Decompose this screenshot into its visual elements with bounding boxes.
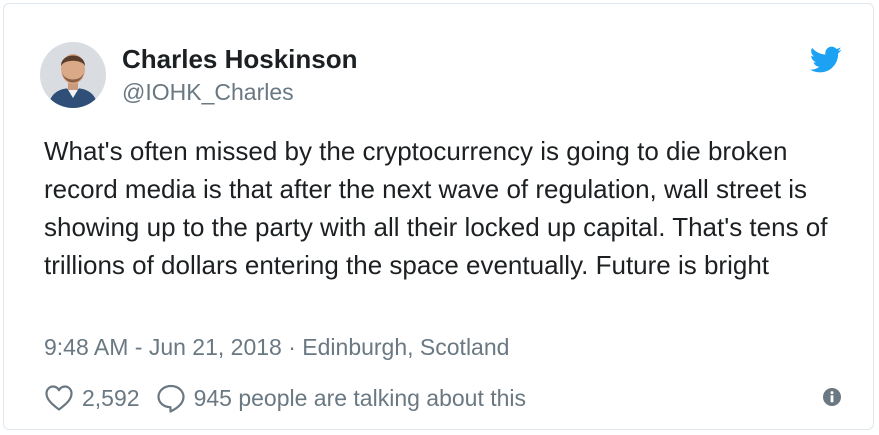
talking-count: 945 people are talking about this xyxy=(193,384,527,411)
tweet-actions: 2,592 945 people are talking about this xyxy=(44,381,526,415)
tweet-text: What's often missed by the cryptocurrenc… xyxy=(44,136,828,280)
avatar[interactable] xyxy=(40,42,106,108)
heart-icon xyxy=(44,384,74,412)
tweet-location[interactable]: Edinburgh, Scotland xyxy=(302,334,509,360)
tweet-meta: 9:48 AM - Jun 21, 2018 · Edinburgh, Scot… xyxy=(44,334,509,361)
speech-bubble-icon xyxy=(156,383,186,413)
like-count: 2,592 xyxy=(82,384,140,411)
author-name[interactable]: Charles Hoskinson xyxy=(122,44,358,75)
twitter-bird-icon[interactable] xyxy=(809,46,842,74)
tweet-card: Charles Hoskinson @IOHK_Charles What's o… xyxy=(3,3,874,430)
reply-button[interactable]: 945 people are talking about this xyxy=(156,383,526,413)
like-button[interactable]: 2,592 xyxy=(44,384,140,412)
tweet-timestamp[interactable]: 9:48 AM - Jun 21, 2018 xyxy=(44,334,282,360)
author-handle[interactable]: @IOHK_Charles xyxy=(122,79,294,106)
avatar-image xyxy=(40,42,106,108)
meta-separator: · xyxy=(281,334,303,360)
info-icon[interactable] xyxy=(822,387,842,407)
